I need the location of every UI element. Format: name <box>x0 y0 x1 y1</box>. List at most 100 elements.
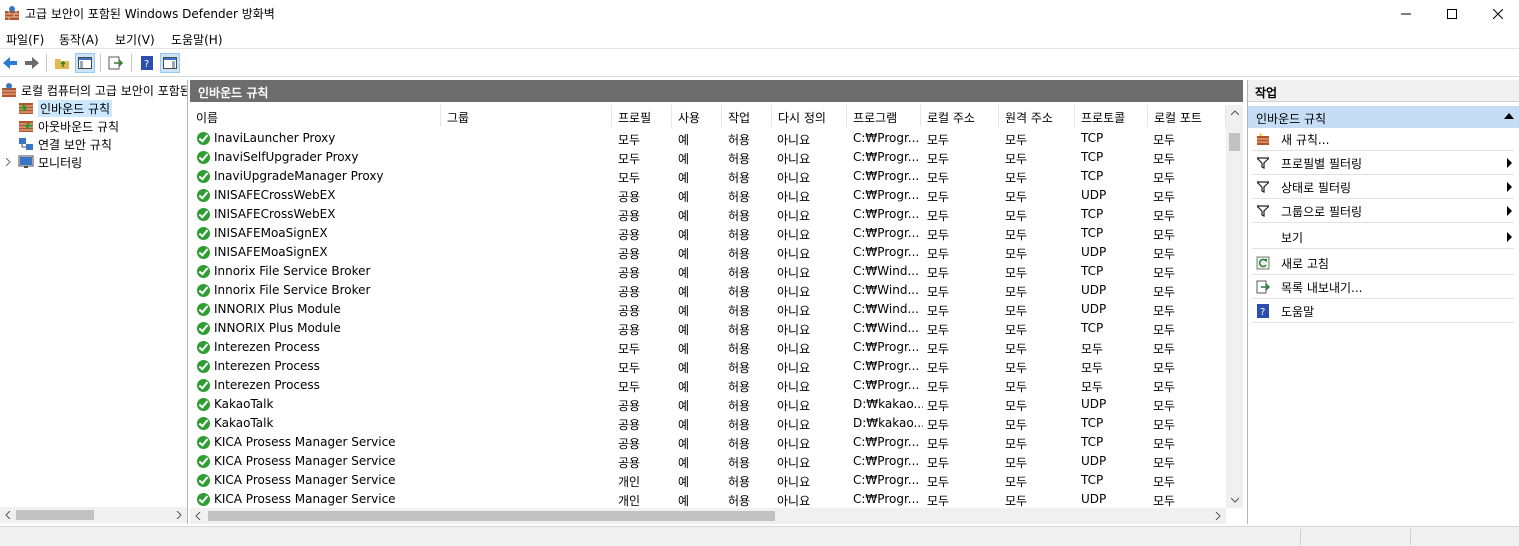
scroll-down-icon[interactable] <box>1226 492 1243 508</box>
table-row[interactable]: KICA Prosess Manager Service 공용 예 허용 아니요 C:₩P… <box>190 452 1226 471</box>
table-cell: 허용 <box>728 171 751 185</box>
table-row[interactable]: Interezen Process 모두 예 허용 아니요 C:₩Progr... 모두 모두… <box>190 357 1226 376</box>
tree-item-connection-security-rules[interactable]: 연결 보안 규칙 <box>18 135 112 153</box>
table-cell: 예 <box>678 399 690 413</box>
table-cell: 개인 <box>618 475 641 489</box>
maximize-button[interactable] <box>1429 0 1475 27</box>
expand-chevron-icon[interactable] <box>4 158 12 166</box>
menu-help[interactable]: 도움말(H) <box>171 31 223 48</box>
action-4[interactable]: 보기 <box>1248 226 1519 248</box>
table-row[interactable]: KakaoTalk 공용 예 허용 아니요 D:₩kakao... 모두 모두 UDP 모두 <box>190 395 1226 414</box>
show-hide-action-pane-button[interactable] <box>160 53 180 73</box>
table-row[interactable]: InaviUpgradeManager Proxy 모두 예 허용 아니요 C:₩Prog… <box>190 167 1226 186</box>
rules-horizontal-scrollbar[interactable] <box>190 508 1226 524</box>
menu-action[interactable]: 동작(A) <box>59 31 99 48</box>
tree-item-inbound-rules[interactable]: 인바운드 규칙 <box>18 99 113 117</box>
table-row[interactable]: INISAFECrossWebEX 공용 예 허용 아니요 C:₩Progr... 모두 모두… <box>190 205 1226 224</box>
scroll-right-icon[interactable] <box>1210 508 1226 524</box>
tree-item-monitoring[interactable]: 모니터링 <box>18 153 82 171</box>
forward-button[interactable] <box>22 53 42 73</box>
up-folder-button[interactable] <box>52 53 72 73</box>
table-cell: Interezen Process <box>197 340 437 354</box>
table-cell: TCP <box>1081 435 1104 449</box>
show-hide-tree-button[interactable] <box>75 53 95 73</box>
scroll-thumb[interactable] <box>1229 133 1240 151</box>
table-row[interactable]: InaviLauncher Proxy 모두 예 허용 아니요 C:₩Progr... 모두… <box>190 129 1226 148</box>
actions-section-inbound-rules[interactable]: 인바운드 규칙 <box>1248 106 1519 128</box>
tree-item-outbound-rules[interactable]: 아웃바운드 규칙 <box>18 117 119 135</box>
rule-name: Innorix File Service Broker <box>214 283 371 297</box>
action-7[interactable]: ? 도움말 <box>1248 300 1519 322</box>
back-button[interactable] <box>0 53 20 73</box>
column-header-group[interactable]: 그룹 <box>441 105 612 127</box>
table-row[interactable]: KICA Prosess Manager Service 공용 예 허용 아니요 C:₩P… <box>190 433 1226 452</box>
action-6[interactable]: 목록 내보내기... <box>1248 276 1519 298</box>
scroll-left-icon[interactable] <box>190 508 206 524</box>
svg-text:?: ? <box>144 59 149 70</box>
action-2[interactable]: 상태로 필터링 <box>1248 176 1519 198</box>
status-bar <box>0 526 1519 546</box>
column-header-override[interactable]: 다시 정의 <box>772 105 847 127</box>
column-header-remote-address[interactable]: 원격 주소 <box>999 105 1075 127</box>
tree-horizontal-scrollbar[interactable] <box>0 507 187 523</box>
action-5[interactable]: 새로 고침 <box>1248 252 1519 274</box>
action-0[interactable]: 새 규칙... <box>1248 128 1519 150</box>
help-button[interactable]: ? <box>137 53 157 73</box>
scroll-up-icon[interactable] <box>1226 105 1243 121</box>
table-row[interactable]: KICA Prosess Manager Service 개인 예 허용 아니요 C:₩P… <box>190 471 1226 490</box>
table-cell: TCP <box>1081 264 1104 278</box>
export-list-button[interactable] <box>106 53 126 73</box>
column-header-local-address[interactable]: 로컬 주소 <box>921 105 999 127</box>
scroll-thumb[interactable] <box>16 510 94 520</box>
menu-view[interactable]: 보기(V) <box>115 31 155 48</box>
rule-name: InaviSelfUpgrader Proxy <box>214 150 359 164</box>
table-cell: 허용 <box>728 456 751 470</box>
column-header-enabled[interactable]: 사용 <box>672 105 722 127</box>
table-row[interactable]: INISAFEMoaSignEX 공용 예 허용 아니요 C:₩Progr... 모두 모두 T… <box>190 224 1226 243</box>
scroll-right-icon[interactable] <box>171 507 187 523</box>
table-cell: KICA Prosess Manager Service <box>197 435 437 449</box>
tree-root[interactable]: 로컬 컴퓨터의 고급 보안이 포함된 <box>1 81 187 99</box>
menu-file[interactable]: 파일(F) <box>6 31 44 48</box>
table-cell: 모두 <box>1005 342 1028 356</box>
table-cell: 모두 <box>1153 456 1176 470</box>
table-row[interactable]: INISAFECrossWebEX 공용 예 허용 아니요 C:₩Progr... 모두 모두… <box>190 186 1226 205</box>
table-row[interactable]: Interezen Process 모두 예 허용 아니요 C:₩Progr... 모두 모두… <box>190 376 1226 395</box>
rules-vertical-scrollbar[interactable] <box>1226 105 1243 508</box>
collapse-arrow-icon[interactable] <box>1504 113 1514 119</box>
table-row[interactable]: KakaoTalk 공용 예 허용 아니요 D:₩kakao... 모두 모두 TCP 모두 <box>190 414 1226 433</box>
actions-header: 작업 <box>1248 80 1519 102</box>
table-cell: 모두 <box>1153 494 1176 508</box>
table-cell: C:₩Progr... <box>853 454 920 468</box>
table-row[interactable]: INISAFEMoaSignEX 공용 예 허용 아니요 C:₩Progr... 모두 모두 U… <box>190 243 1226 262</box>
close-button[interactable] <box>1475 0 1519 27</box>
table-row[interactable]: Interezen Process 모두 예 허용 아니요 C:₩Progr... 모두 모두… <box>190 338 1226 357</box>
scroll-thumb[interactable] <box>208 511 775 521</box>
column-header-profile[interactable]: 프로필 <box>612 105 672 127</box>
table-row[interactable]: Innorix File Service Broker 공용 예 허용 아니요 C:₩Wi… <box>190 281 1226 300</box>
table-cell: INISAFECrossWebEX <box>197 188 437 202</box>
table-cell: 예 <box>678 456 690 470</box>
column-header-action[interactable]: 작업 <box>722 105 772 127</box>
table-cell: 예 <box>678 152 690 166</box>
column-header-local-port[interactable]: 로컬 포트 <box>1148 105 1226 127</box>
rule-enabled-check-icon <box>197 169 210 183</box>
action-1[interactable]: 프로필별 필터링 <box>1248 152 1519 174</box>
table-cell: UDP <box>1081 302 1107 316</box>
table-cell: 모두 <box>1153 342 1176 356</box>
table-row[interactable]: INNORIX Plus Module 공용 예 허용 아니요 C:₩Wind... 모두 모… <box>190 319 1226 338</box>
column-header-program[interactable]: 프로그램 <box>847 105 921 127</box>
column-header-protocol[interactable]: 프로토콜 <box>1075 105 1148 127</box>
minimize-button[interactable] <box>1383 0 1429 27</box>
table-cell: 예 <box>678 133 690 147</box>
table-cell: KakaoTalk <box>197 397 437 411</box>
scroll-left-icon[interactable] <box>0 507 16 523</box>
rule-enabled-check-icon <box>197 264 210 278</box>
table-row[interactable]: Innorix File Service Broker 공용 예 허용 아니요 C:₩Wi… <box>190 262 1226 281</box>
table-row[interactable]: KICA Prosess Manager Service 개인 예 허용 아니요 C:₩P… <box>190 490 1226 509</box>
table-row[interactable]: INNORIX Plus Module 공용 예 허용 아니요 C:₩Wind... 모두 모… <box>190 300 1226 319</box>
column-header-name[interactable]: 이름 <box>190 105 441 127</box>
console-tree-icon <box>78 57 92 69</box>
action-3[interactable]: 그룹으로 필터링 <box>1248 200 1519 222</box>
table-row[interactable]: InaviSelfUpgrader Proxy 모두 예 허용 아니요 C:₩Progr.… <box>190 148 1226 167</box>
